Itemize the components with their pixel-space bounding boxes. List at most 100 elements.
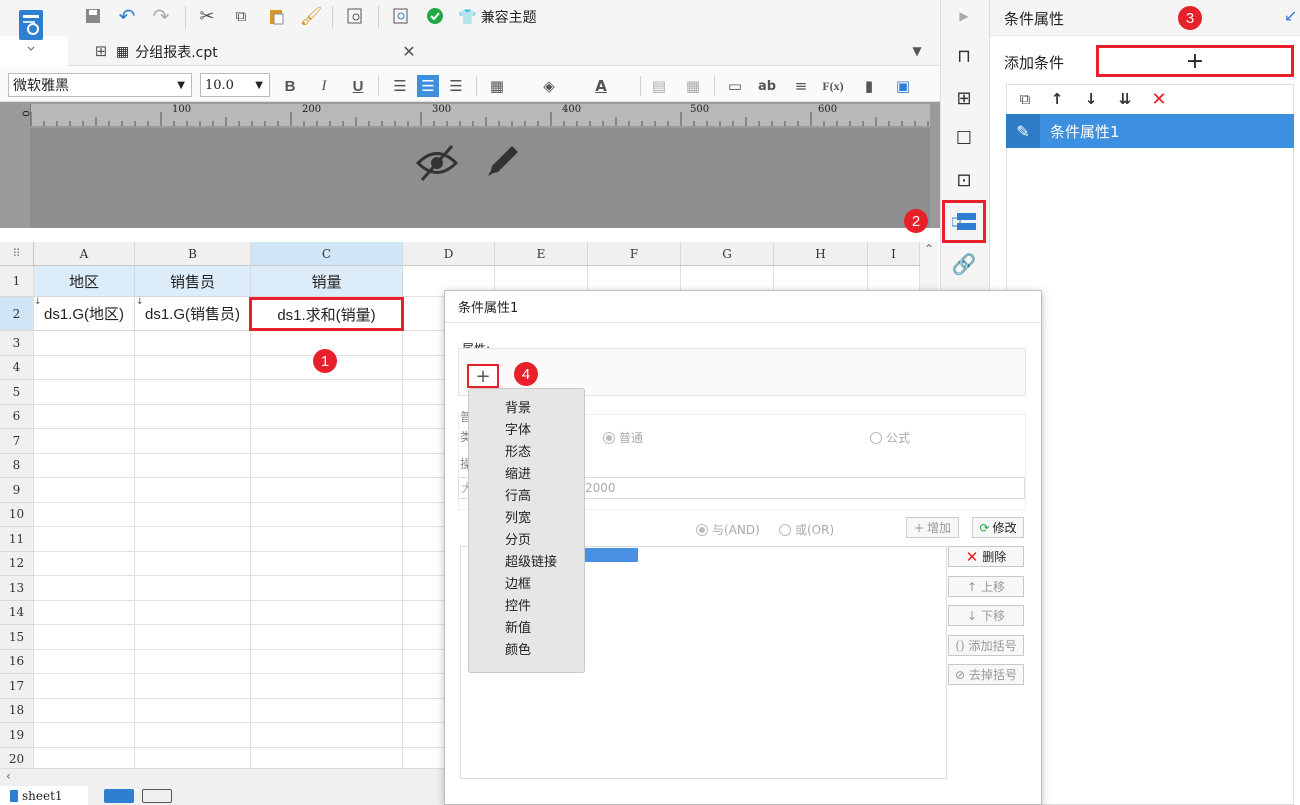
cell-c2[interactable]: ds1.求和(销量) [249,297,404,331]
modify-button[interactable]: ⟳ 修改 [972,517,1024,538]
add-report-icon[interactable] [142,789,172,803]
row-header-2[interactable]: 2 [0,297,34,331]
row-header-3[interactable]: 3 [0,331,34,356]
merge-icon[interactable]: ▤ [648,75,670,97]
row-header-18[interactable]: 18 [0,698,34,723]
hide-eye-icon[interactable] [414,140,460,186]
radio-or[interactable]: 或(OR) [779,521,834,538]
column-header-a[interactable]: A [34,242,135,266]
radio-formula[interactable]: 公式 [870,429,910,446]
tab-menu-icon[interactable]: ▼ [906,40,928,62]
cell-element-icon[interactable]: ⊓ [950,42,978,70]
edit-pencil-icon[interactable] [482,140,524,182]
row-header-14[interactable]: 14 [0,600,34,625]
move-down-button[interactable]: ↓ 下移 [948,605,1024,626]
remove-bracket-button[interactable]: ⊘ 去掉括号 [948,664,1024,685]
image-icon[interactable]: ▣ [892,75,914,97]
add-button[interactable]: + 增加 [906,517,959,538]
align-right-icon[interactable]: ☰ [445,75,467,97]
condition-attr-tab[interactable] [942,200,986,243]
add-condition-button[interactable]: + [1096,45,1294,77]
row-header-8[interactable]: 8 [0,453,34,478]
grid-icon[interactable]: ⊞ [90,40,112,62]
collapse-arrow-icon[interactable]: ▶ [950,2,978,30]
align-center-icon[interactable]: ☰ [417,75,439,97]
property-menu-item[interactable]: 字体 [469,420,584,442]
font-color-icon[interactable]: A [590,75,612,97]
column-header-h[interactable]: H [774,242,868,266]
chart-icon[interactable]: ▮ [858,75,880,97]
row-header-17[interactable]: 17 [0,674,34,699]
font-select[interactable]: 微软雅黑 ▼ [8,73,192,97]
row-header-16[interactable]: 16 [0,649,34,674]
cell-style-icon[interactable]: ☐ [950,124,978,152]
compat-theme-button[interactable]: 👕 兼容主题 [458,6,537,28]
copy-icon[interactable]: ⧉ [230,5,252,27]
paragraph-icon[interactable]: ≡ [790,75,812,97]
property-menu-item[interactable]: 分页 [469,530,584,552]
cell-b1[interactable]: 销售员 [135,266,251,297]
cell-attr-icon[interactable]: ⊞ [950,84,978,112]
check-icon[interactable] [424,5,446,27]
row-header-5[interactable]: 5 [0,380,34,405]
column-header-f[interactable]: F [588,242,681,266]
radio-and[interactable]: 与(AND) [696,521,760,538]
row-header-15[interactable]: 15 [0,625,34,650]
condition-list-item[interactable]: ✎ 条件属性1 [1006,114,1294,148]
column-header-d[interactable]: D [403,242,495,266]
formula-button[interactable]: F(x) [822,75,844,97]
border-icon[interactable]: ▦ [486,75,508,97]
save-icon[interactable] [82,5,104,27]
horizontal-scrollbar[interactable]: ‹ [0,768,444,786]
column-header-e[interactable]: E [495,242,588,266]
property-menu-item[interactable]: 形态 [469,442,584,464]
property-menu-item[interactable]: 新值 [469,618,584,640]
cell-a1[interactable]: 地区 [34,266,135,297]
app-logo-icon[interactable] [14,6,48,54]
property-menu-item[interactable]: 超级链接 [469,552,584,574]
radio-normal[interactable]: 普通 [603,429,643,446]
hyperlink-icon[interactable]: 🔗 [950,250,978,278]
widget-icon[interactable]: ⊡ [950,166,978,194]
add-sheet-icon[interactable] [104,789,134,803]
paste-icon[interactable] [265,5,287,27]
property-menu-item[interactable]: 缩进 [469,464,584,486]
property-menu-item[interactable]: 背景 [469,398,584,420]
bold-button[interactable]: B [279,75,301,97]
column-header-c[interactable]: C [251,242,403,266]
format-painter-icon[interactable]: 🖌 [300,5,323,27]
expression-highlight[interactable] [585,548,638,562]
property-menu-item[interactable]: 边框 [469,574,584,596]
move-bottom-icon[interactable]: ⇊ [1114,88,1136,110]
add-property-button[interactable]: + [467,364,499,388]
sheet-corner[interactable]: ⠿ [0,242,34,266]
column-header-g[interactable]: G [681,242,774,266]
add-bracket-button[interactable]: () 添加括号 [948,635,1024,656]
move-up-icon[interactable]: ↑ [1046,88,1068,110]
vertical-scrollbar[interactable]: ⌃ [920,242,938,290]
sheet-tab[interactable]: sheet1 [0,786,88,805]
cell-b2[interactable]: ds1.G(销售员) [135,297,251,331]
property-menu-item[interactable]: 颜色 [469,640,584,662]
row-header-19[interactable]: 19 [0,723,34,748]
find-icon[interactable] [344,5,366,27]
cut-icon[interactable]: ✂ [196,5,218,27]
italic-button[interactable]: I [313,75,335,97]
column-header-i[interactable]: I [868,242,920,266]
row-header-7[interactable]: 7 [0,429,34,454]
expand-panel-icon[interactable]: ↙ [1284,6,1297,25]
property-menu-item[interactable]: 控件 [469,596,584,618]
fill-color-icon[interactable]: ◈ [538,75,560,97]
row-header-1[interactable]: 1 [0,266,34,297]
row-header-10[interactable]: 10 [0,502,34,527]
close-tab-icon[interactable]: ✕ [398,40,420,62]
move-down-icon[interactable]: ↓ [1080,88,1102,110]
column-header-b[interactable]: B [135,242,251,266]
row-header-9[interactable]: 9 [0,478,34,503]
row-header-4[interactable]: 4 [0,355,34,380]
row-header-6[interactable]: 6 [0,404,34,429]
delete-condition-icon[interactable]: ✕ [1148,88,1170,110]
row-header-13[interactable]: 13 [0,576,34,601]
text-ab-button[interactable]: ab [756,75,778,97]
row-header-11[interactable]: 11 [0,527,34,552]
